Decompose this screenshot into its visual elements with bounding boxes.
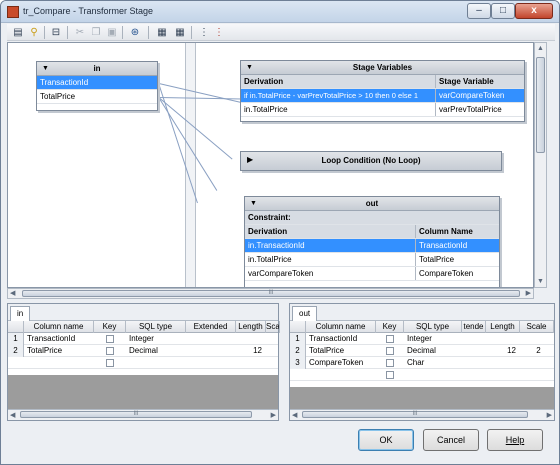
- paste-icon[interactable]: ▣: [105, 26, 119, 39]
- key-checkbox[interactable]: [106, 347, 114, 355]
- cancel-button[interactable]: Cancel: [423, 429, 479, 451]
- input-column-row[interactable]: TotalPrice: [37, 90, 157, 104]
- ok-button[interactable]: OK: [358, 429, 414, 451]
- load-icon[interactable]: ▦: [155, 26, 169, 39]
- column-definitions-area: in Column name Key SQL type Extended Len…: [7, 303, 555, 421]
- input-link-box: ▼ in TransactionId TotalPrice: [36, 61, 158, 111]
- canvas-vertical-scrollbar[interactable]: ▲ ▼: [534, 42, 547, 288]
- input-columns-pane: in Column name Key SQL type Extended Len…: [7, 303, 280, 421]
- stage-variable-header: Stage Variable: [435, 75, 524, 88]
- grid-header: Column name Key SQL type tende Length Sc…: [290, 321, 554, 333]
- scroll-thumb[interactable]: III: [20, 411, 252, 418]
- input-link-order-icon[interactable]: ⋮: [197, 26, 211, 39]
- minimize-button[interactable]: –: [467, 3, 491, 19]
- transformer-stage-window: tr_Compare - Transformer Stage – □ x ▤ ⚲…: [0, 0, 560, 465]
- output-link-order-icon[interactable]: ⋮: [212, 26, 226, 39]
- key-checkbox[interactable]: [386, 371, 394, 379]
- toolbar: ▤ ⚲ ⊟ ✂ ❐ ▣ ⊛ ▦ ▦ ⋮ ⋮: [7, 24, 555, 41]
- grid-horizontal-scrollbar[interactable]: ◀ III ▶: [8, 409, 278, 420]
- window-title: tr_Compare - Transformer Stage: [23, 6, 154, 16]
- key-checkbox[interactable]: [386, 359, 394, 367]
- output-column-row[interactable]: in.TotalPrice TotalPrice: [245, 253, 499, 267]
- grid-header: Column name Key SQL type Extended Length…: [8, 321, 280, 333]
- help-button[interactable]: Help: [487, 429, 543, 451]
- properties-icon[interactable]: ▤: [11, 26, 25, 39]
- output-link-box: ▼ out Constraint: Derivation Column Name i…: [244, 196, 500, 287]
- stage-variables-box: ▼ Stage Variables Derivation Stage Variabl…: [240, 60, 525, 122]
- stage-variables-title: Stage Variables: [352, 63, 413, 72]
- key-checkbox[interactable]: [106, 359, 114, 367]
- output-column-row[interactable]: varCompareToken CompareToken: [245, 267, 499, 281]
- collapse-icon[interactable]: ▼: [42, 62, 49, 76]
- output-column-row[interactable]: in.TransactionId TransactionId: [245, 239, 499, 253]
- link-line: [158, 83, 241, 103]
- key-checkbox[interactable]: [386, 335, 394, 343]
- output-link-name: out: [365, 199, 379, 208]
- table-row[interactable]: 2 TotalPrice Decimal 12 2: [290, 345, 554, 357]
- stage-variable-row[interactable]: if in.TotalPrice - varPrevTotalPrice > 1…: [241, 89, 524, 103]
- stage-variable-row[interactable]: in.TotalPrice varPrevTotalPrice: [241, 103, 524, 117]
- table-row[interactable]: 2 TotalPrice Decimal 12: [8, 345, 278, 357]
- scroll-thumb[interactable]: III: [302, 411, 528, 418]
- link-icon[interactable]: ⚲: [27, 26, 41, 39]
- new-row[interactable]: [290, 369, 554, 381]
- derivation-header: Derivation: [244, 77, 284, 86]
- scroll-thumb[interactable]: [536, 57, 545, 153]
- transformer-app-icon: [7, 6, 19, 18]
- collapse-icon[interactable]: ▼: [246, 61, 253, 75]
- transformer-canvas: ▼ in TransactionId TotalPrice ▼ Stage Vari…: [7, 42, 534, 288]
- derivation-header: Derivation: [248, 227, 288, 236]
- close-button[interactable]: x: [515, 3, 553, 19]
- loop-condition-box[interactable]: ▶ Loop Condition (No Loop): [240, 151, 502, 171]
- column-mapping-icon[interactable]: ⊟: [49, 26, 63, 39]
- canvas-splitter[interactable]: [185, 43, 196, 287]
- new-row[interactable]: [8, 357, 278, 369]
- find-icon[interactable]: ⊛: [128, 26, 142, 39]
- grid-horizontal-scrollbar[interactable]: ◀ III ▶: [290, 409, 554, 420]
- constraint-row[interactable]: Constraint:: [245, 211, 499, 225]
- output-columns-pane: out Column name Key SQL type tende Lengt…: [289, 303, 555, 421]
- loop-condition-title: Loop Condition (No Loop): [321, 156, 421, 165]
- maximize-button[interactable]: □: [491, 3, 515, 19]
- title-bar: tr_Compare - Transformer Stage – □ x: [1, 1, 559, 23]
- link-line: [158, 97, 249, 100]
- scroll-thumb[interactable]: III: [22, 290, 520, 297]
- tab-out[interactable]: out: [292, 306, 318, 321]
- column-name-header: Column Name: [415, 225, 499, 238]
- copy-icon[interactable]: ❐: [89, 26, 103, 39]
- key-checkbox[interactable]: [386, 347, 394, 355]
- tab-in[interactable]: in: [10, 306, 31, 321]
- collapse-icon[interactable]: ▼: [250, 197, 257, 211]
- cut-icon[interactable]: ✂: [73, 26, 87, 39]
- key-checkbox[interactable]: [106, 335, 114, 343]
- input-link-name: in: [93, 64, 101, 73]
- table-row[interactable]: 1 TransactionId Integer: [8, 333, 278, 345]
- canvas-horizontal-scrollbar[interactable]: ◀ III ▶: [7, 288, 534, 299]
- input-column-row[interactable]: TransactionId: [37, 76, 157, 90]
- table-row[interactable]: 3 CompareToken Char: [290, 357, 554, 369]
- save-icon[interactable]: ▦: [173, 26, 187, 39]
- table-row[interactable]: 1 TransactionId Integer: [290, 333, 554, 345]
